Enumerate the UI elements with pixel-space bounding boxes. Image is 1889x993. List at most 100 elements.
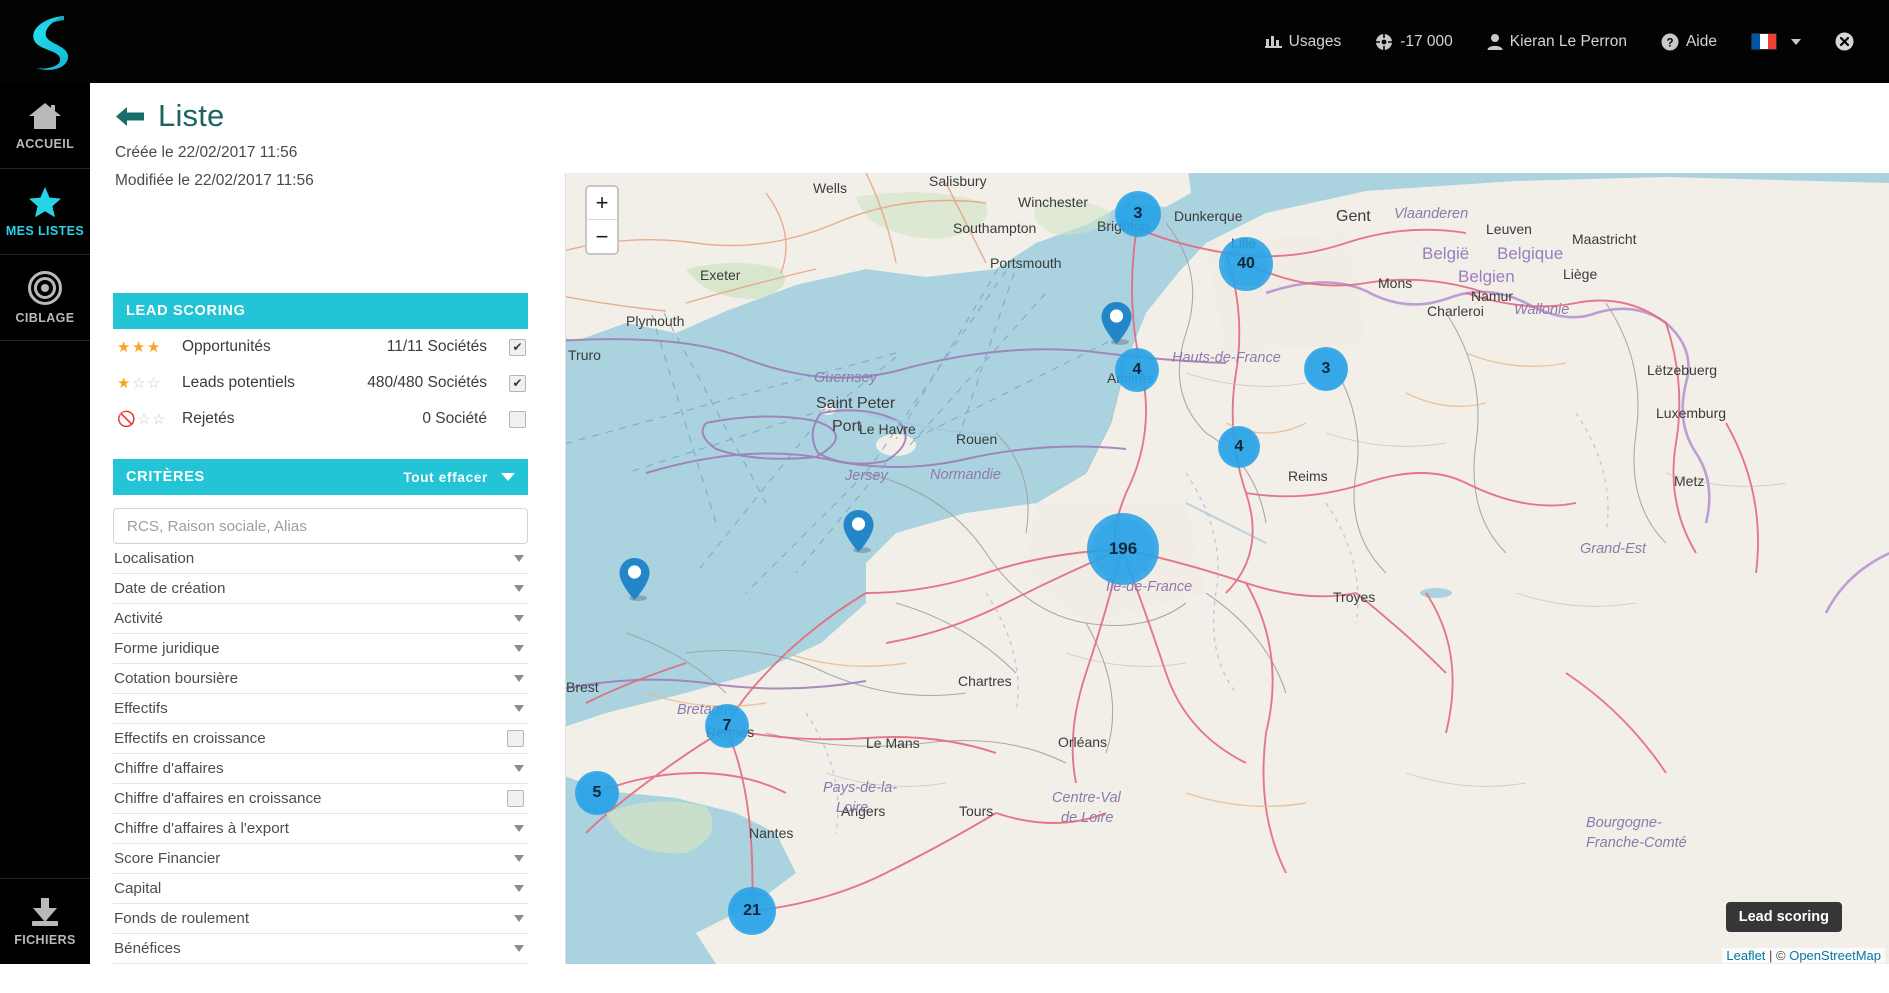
filter-row-capital[interactable]: Capital bbox=[113, 874, 528, 904]
lead-score-label-leads-potentiels: Leads potentiels bbox=[175, 374, 367, 392]
chevron-down-icon[interactable] bbox=[514, 585, 524, 592]
chevron-down-icon[interactable] bbox=[514, 645, 524, 652]
map-cluster-calais[interactable]: 3 bbox=[1117, 193, 1159, 235]
zoom-in-button[interactable]: + bbox=[587, 187, 617, 220]
criteres-title: CRITÈRES bbox=[126, 469, 205, 485]
stars-3-icon: ★★★ bbox=[117, 340, 175, 355]
filter-row-localisation[interactable]: Localisation bbox=[113, 544, 528, 574]
topnav-help-label: Aide bbox=[1686, 33, 1717, 51]
sidebar-item-fichiers[interactable]: FICHIERS bbox=[0, 878, 90, 964]
lead-score-checkbox-rejetes[interactable] bbox=[509, 411, 526, 428]
chevron-down-icon[interactable] bbox=[514, 615, 524, 622]
chevron-down-icon[interactable] bbox=[514, 765, 524, 772]
topnav-credits[interactable]: -17 000 bbox=[1358, 0, 1470, 83]
filter-row-date-de-creation[interactable]: Date de création bbox=[113, 574, 528, 604]
star-icon bbox=[28, 186, 62, 218]
lead-score-label-opportunites: Opportunités bbox=[175, 338, 387, 356]
bar-chart-icon bbox=[1265, 34, 1282, 49]
chevron-down-icon[interactable] bbox=[514, 885, 524, 892]
filter-row-effectifs-en-croissance[interactable]: Effectifs en croissance bbox=[113, 724, 528, 754]
map-cluster-nantes[interactable]: 21 bbox=[731, 890, 774, 933]
chevron-down-icon[interactable] bbox=[514, 675, 524, 682]
top-bar: Usages -17 000 Kieran Le Perron ? Aide bbox=[0, 0, 1889, 83]
stars-1-icon: ★☆☆ bbox=[117, 376, 175, 391]
filter-label-localisation: Localisation bbox=[114, 550, 194, 567]
zoom-out-button[interactable]: − bbox=[587, 220, 617, 253]
ban-icon: 🚫☆☆ bbox=[117, 412, 175, 427]
filter-row-fonds-de-roulement[interactable]: Fonds de roulement bbox=[113, 904, 528, 934]
map-cluster-lorient[interactable]: 5 bbox=[577, 773, 618, 814]
target-icon bbox=[28, 271, 62, 305]
filter-row-forme-juridique[interactable]: Forme juridique bbox=[113, 634, 528, 664]
tout-effacer-link[interactable]: Tout effacer bbox=[403, 470, 488, 485]
map-cluster-lille[interactable]: 40 bbox=[1224, 242, 1269, 287]
filter-row-benefices[interactable]: Bénéfices bbox=[113, 934, 528, 964]
map-pin-pin-normandie[interactable] bbox=[842, 509, 875, 559]
arrow-left-icon[interactable] bbox=[115, 105, 145, 128]
sidebar-item-mes-listes[interactable]: MES LISTES bbox=[0, 169, 90, 255]
map-cluster-rennes[interactable]: 7 bbox=[707, 706, 747, 746]
sidebar-item-ciblage[interactable]: CIBLAGE bbox=[0, 255, 90, 341]
map-cluster-paris[interactable]: 196 bbox=[1092, 518, 1154, 580]
chevron-down-icon[interactable] bbox=[514, 945, 524, 952]
openstreetmap-link[interactable]: OpenStreetMap bbox=[1789, 948, 1881, 963]
cluster-count: 4 bbox=[1235, 438, 1244, 456]
cluster-count: 40 bbox=[1237, 255, 1255, 273]
attribution-separator: | © bbox=[1765, 948, 1789, 963]
map-pin-pin-pas-de-calais[interactable] bbox=[1100, 301, 1133, 351]
filter-label-fonds-de-roulement: Fonds de roulement bbox=[114, 910, 249, 927]
filter-label-capital: Capital bbox=[114, 880, 161, 897]
lead-score-checkbox-opportunites[interactable] bbox=[509, 339, 526, 356]
lead-scoring-tooltip: Lead scoring bbox=[1726, 902, 1842, 932]
close-circle-icon bbox=[1835, 32, 1854, 51]
filter-row-effectifs[interactable]: Effectifs bbox=[113, 694, 528, 724]
filter-list: Localisation Date de création Activité Form… bbox=[113, 544, 528, 964]
lead-score-row-leads-potentiels[interactable]: ★☆☆ Leads potentiels 480/480 Sociétés bbox=[113, 365, 528, 401]
lead-score-row-opportunites[interactable]: ★★★ Opportunités 11/11 Sociétés bbox=[113, 329, 528, 365]
search-input[interactable] bbox=[113, 508, 528, 544]
map-attribution: Leaflet | © OpenStreetMap bbox=[1722, 948, 1885, 963]
question-circle-icon: ? bbox=[1661, 33, 1679, 51]
filter-row-chiffre-daffaires-croissance[interactable]: Chiffre d'affaires en croissance bbox=[113, 784, 528, 814]
filter-row-activite[interactable]: Activité bbox=[113, 604, 528, 634]
map-cluster-reims[interactable]: 4 bbox=[1220, 428, 1258, 466]
filter-checkbox-chiffre-daffaires-croissance[interactable] bbox=[507, 790, 524, 807]
chevron-down-icon[interactable] bbox=[514, 825, 524, 832]
top-navigation: Usages -17 000 Kieran Le Perron ? Aide bbox=[1248, 0, 1871, 83]
svg-text:?: ? bbox=[1666, 37, 1673, 49]
leaflet-link[interactable]: Leaflet bbox=[1726, 948, 1765, 963]
filter-row-chiffre-daffaires[interactable]: Chiffre d'affaires bbox=[113, 754, 528, 784]
filter-label-forme-juridique: Forme juridique bbox=[114, 640, 220, 657]
filter-checkbox-effectifs-en-croissance[interactable] bbox=[507, 730, 524, 747]
lead-score-checkbox-leads-potentiels[interactable] bbox=[509, 375, 526, 392]
filter-label-activite: Activité bbox=[114, 610, 163, 627]
map-cluster-amiens[interactable]: 4 bbox=[1117, 350, 1157, 390]
chevron-down-icon[interactable] bbox=[501, 473, 515, 481]
map-pin-pin-finistere[interactable] bbox=[618, 557, 651, 607]
topnav-user[interactable]: Kieran Le Perron bbox=[1470, 0, 1644, 83]
main-content: Liste Créée le 22/02/2017 11:56 Modifiée… bbox=[90, 83, 1889, 964]
topnav-help[interactable]: ? Aide bbox=[1644, 0, 1734, 83]
topnav-close[interactable] bbox=[1818, 0, 1871, 83]
chevron-down-icon[interactable] bbox=[514, 855, 524, 862]
filter-row-score-financier[interactable]: Score Financier bbox=[113, 844, 528, 874]
chevron-down-icon[interactable] bbox=[514, 705, 524, 712]
lead-score-row-rejetes[interactable]: 🚫☆☆ Rejetés 0 Société bbox=[113, 401, 528, 437]
map-cluster-ardenne[interactable]: 3 bbox=[1306, 349, 1347, 390]
filter-label-chiffre-daffaires-croissance: Chiffre d'affaires en croissance bbox=[114, 790, 321, 807]
topnav-language[interactable] bbox=[1734, 0, 1818, 83]
topnav-usages[interactable]: Usages bbox=[1248, 0, 1359, 83]
sidebar-item-accueil[interactable]: ACCUEIL bbox=[0, 83, 90, 169]
filter-row-chiffre-daffaires-export[interactable]: Chiffre d'affaires à l'export bbox=[113, 814, 528, 844]
chevron-down-icon[interactable] bbox=[514, 915, 524, 922]
lead-score-label-rejetes: Rejetés bbox=[175, 410, 422, 428]
map-container[interactable]: WellsSalisburyWinchesterSouthamptonBrigh… bbox=[565, 173, 1889, 964]
sidebar-label-fichiers: FICHIERS bbox=[14, 933, 76, 947]
download-icon bbox=[28, 897, 62, 927]
french-flag-icon bbox=[1751, 33, 1777, 50]
filter-label-score-financier: Score Financier bbox=[114, 850, 220, 867]
filter-row-cotation-boursiere[interactable]: Cotation boursière bbox=[113, 664, 528, 694]
filters-panel: LEAD SCORING ★★★ Opportunités 11/11 Soci… bbox=[113, 293, 528, 993]
chevron-down-icon[interactable] bbox=[514, 555, 524, 562]
sparklane-s-logo[interactable] bbox=[14, 6, 86, 78]
